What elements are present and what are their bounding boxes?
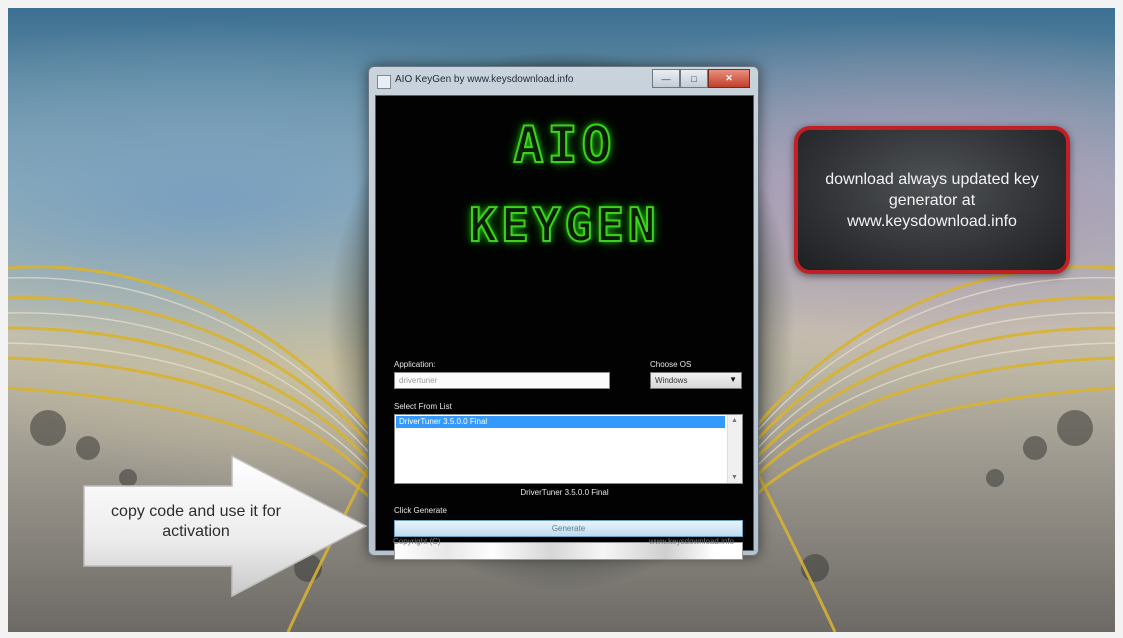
maximize-icon: □ (691, 73, 697, 84)
minimize-icon: — (661, 73, 671, 84)
keygen-window: AIO KeyGen by www.keysdownload.info — □ … (368, 66, 759, 560)
selected-app-display: DriverTuner 3.5.0.0 Final (520, 488, 609, 497)
download-callout: download always updated key generator at… (794, 126, 1070, 274)
close-icon: ✕ (725, 73, 733, 83)
list-label: Select From List (394, 402, 452, 411)
window-client-area: AIO KEYGEN Application: Choose OS driver… (375, 95, 754, 560)
arrow-callout-text: copy code and use it for activation (111, 503, 281, 540)
scroll-up-icon[interactable]: ▲ (731, 417, 738, 424)
scroll-down-icon[interactable]: ▼ (731, 474, 738, 481)
app-icon (377, 75, 391, 89)
os-label: Choose OS (650, 360, 692, 369)
copyright-text: Copyright (C) (393, 537, 441, 546)
minimize-button[interactable]: — (652, 69, 680, 88)
list-item[interactable]: DriverTuner 3.5.0.0 Final (396, 416, 725, 428)
window-title: AIO KeyGen by www.keysdownload.info (395, 74, 574, 85)
download-callout-text: download always updated key generator at… (825, 170, 1039, 230)
maximize-button[interactable]: □ (680, 69, 708, 88)
click-generate-label: Click Generate (394, 506, 447, 515)
os-select-value: Windows (655, 376, 688, 385)
footer-site-text: www.keysdownload.info (649, 537, 734, 546)
application-input[interactable]: drivertuner (394, 372, 610, 389)
listbox-scrollbar[interactable]: ▲ ▼ (727, 415, 742, 483)
generate-button[interactable]: Generate (394, 520, 743, 537)
application-label: Application: (394, 360, 436, 369)
os-select[interactable]: Windows ▼ (650, 372, 742, 389)
application-listbox[interactable]: DriverTuner 3.5.0.0 Final ▲ ▼ (394, 414, 743, 484)
logo-keygen: KEYGEN (468, 197, 660, 253)
arrow-callout: copy code and use it for activation (82, 454, 370, 598)
title-bar[interactable]: AIO KeyGen by www.keysdownload.info — □ … (369, 67, 758, 95)
dropdown-arrow-icon: ▼ (729, 375, 737, 384)
logo-aio: AIO (512, 115, 616, 175)
caption-buttons: — □ ✕ (652, 69, 750, 88)
close-button[interactable]: ✕ (708, 69, 750, 88)
